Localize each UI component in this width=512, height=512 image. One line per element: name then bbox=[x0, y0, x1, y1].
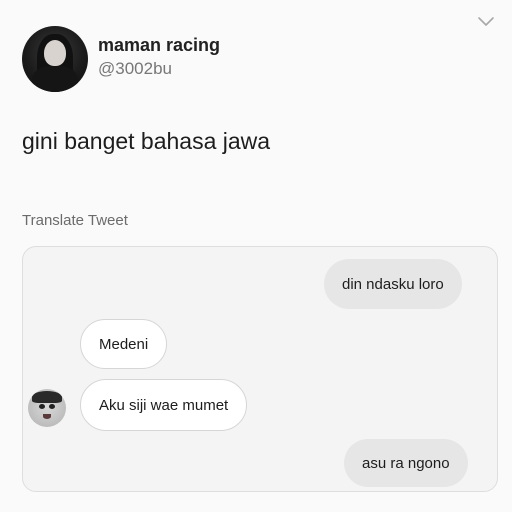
sender-avatar-eye bbox=[39, 404, 45, 409]
chevron-down-icon[interactable] bbox=[476, 12, 496, 32]
tweet-text: gini banget bahasa jawa bbox=[22, 128, 271, 154]
avatar-body bbox=[32, 66, 78, 92]
chat-message-text: Medeni bbox=[99, 335, 149, 353]
chat-bubble-outgoing: din ndasku loro bbox=[324, 259, 462, 309]
sender-avatar bbox=[28, 389, 66, 427]
chat-message-text: Aku siji wae mumet bbox=[99, 396, 229, 414]
avatar-face bbox=[44, 40, 66, 66]
sender-avatar-hair bbox=[32, 391, 62, 403]
chat-bubble-outgoing: asu ra ngono bbox=[344, 439, 468, 487]
author-handle[interactable]: @3002bu bbox=[98, 59, 172, 79]
author-avatar[interactable] bbox=[22, 26, 88, 92]
chat-message-text: asu ra ngono bbox=[362, 454, 450, 472]
chat-message-text: din ndasku loro bbox=[342, 275, 444, 293]
translate-tweet-link[interactable]: Translate Tweet bbox=[22, 212, 128, 229]
sender-avatar-mouth bbox=[43, 414, 51, 419]
author-display-name[interactable]: maman racing bbox=[98, 35, 220, 56]
tweet-card: maman racing @3002bu gini banget bahasa … bbox=[0, 0, 512, 512]
attached-chat-screenshot[interactable]: din ndasku loro Medeni Aku siji wae mume… bbox=[22, 246, 498, 492]
chat-bubble-incoming: Medeni bbox=[80, 319, 168, 369]
sender-avatar-eye bbox=[49, 404, 55, 409]
chat-bubble-incoming: Aku siji wae mumet bbox=[80, 379, 248, 431]
